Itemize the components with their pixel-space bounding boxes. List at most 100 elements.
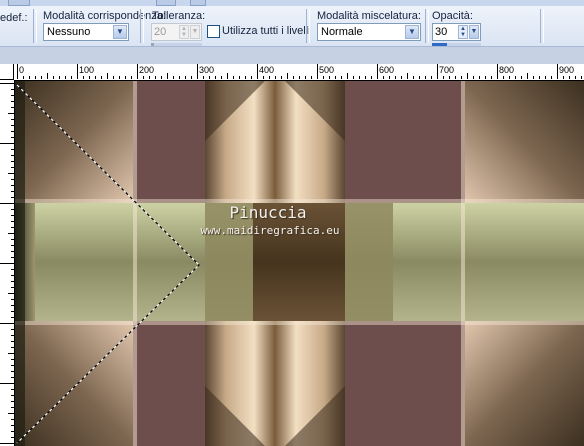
- ruler-tick: [11, 89, 14, 90]
- ruler-minor-tick: [221, 76, 222, 79]
- ruler-tick: [11, 365, 14, 366]
- ruler-major-tick: [557, 64, 558, 79]
- chevron-down-icon[interactable]: ▼: [405, 25, 419, 39]
- ruler-tick: [11, 275, 14, 276]
- ruler-minor-tick: [395, 76, 396, 79]
- ruler-major-tick: [17, 64, 18, 79]
- ruler-tick: [11, 137, 14, 138]
- ruler-tick: [11, 359, 14, 360]
- tolerance-slider-fill: [151, 43, 154, 46]
- ruler-minor-tick: [569, 76, 570, 79]
- match-mode-select[interactable]: Nessuno ▼: [43, 23, 129, 41]
- chevron-down-icon[interactable]: ▼: [469, 25, 479, 39]
- preset-label: edef.:: [0, 12, 28, 24]
- ruler-minor-tick: [455, 76, 456, 79]
- ruler-minor-tick: [71, 76, 72, 79]
- toolbar-separator: [540, 9, 544, 43]
- ruler-tick: [11, 389, 14, 390]
- ruler-minor-tick: [365, 76, 366, 79]
- ruler-minor-tick: [479, 76, 480, 79]
- ruler-minor-tick: [23, 76, 24, 79]
- ruler-major-tick: [77, 64, 78, 79]
- watermark-name: Pinuccia: [229, 203, 307, 222]
- ruler-label: 300: [199, 65, 215, 75]
- opacity-slider-fill: [432, 43, 447, 46]
- ruler-minor-tick: [527, 73, 528, 79]
- ruler-minor-tick: [245, 76, 246, 79]
- ruler-major-tick: [137, 64, 138, 79]
- image-canvas[interactable]: [15, 81, 584, 446]
- ruler-minor-tick: [185, 76, 186, 79]
- ruler-minor-tick: [449, 76, 450, 79]
- ruler-minor-tick: [461, 76, 462, 79]
- ruler-major-tick: [377, 64, 378, 79]
- ruler-tick: [11, 197, 14, 198]
- ruler-label: 400: [259, 65, 275, 75]
- ruler-minor-tick: [383, 76, 384, 79]
- ruler-minor-tick: [191, 76, 192, 79]
- ruler-minor-tick: [293, 76, 294, 79]
- opacity-spinner[interactable]: 30 ▲ ▼ ▼: [432, 23, 481, 41]
- ruler-major-tick: [497, 64, 498, 79]
- image-shape: [133, 81, 137, 446]
- ruler-tick: [11, 257, 14, 258]
- ruler-minor-tick: [35, 76, 36, 79]
- ruler-minor-tick: [167, 73, 168, 79]
- ruler-minor-tick: [275, 76, 276, 79]
- ruler-minor-tick: [335, 76, 336, 79]
- ruler-tick: [11, 305, 14, 306]
- image-tile: [345, 321, 465, 446]
- tolerance-slider[interactable]: [151, 43, 202, 46]
- ruler-minor-tick: [125, 76, 126, 79]
- ruler-label: 0: [19, 65, 25, 75]
- ruler-tick: [11, 227, 14, 228]
- ruler-minor-tick: [539, 76, 540, 79]
- image-tile: [133, 81, 205, 203]
- ruler-minor-tick: [155, 76, 156, 79]
- ruler-tick: [0, 143, 14, 144]
- kaleidoscope-image: [15, 81, 584, 446]
- ruler-tick: [11, 95, 14, 96]
- ruler-minor-tick: [563, 76, 564, 79]
- ruler-minor-tick: [53, 76, 54, 79]
- opacity-value: 30: [435, 26, 448, 38]
- ruler-tick: [11, 281, 14, 282]
- tolerance-spinner[interactable]: 20 ▲ ▼ ▼: [151, 23, 202, 41]
- ruler-tick: [0, 443, 14, 444]
- checkbox-icon[interactable]: [207, 25, 220, 38]
- ruler-minor-tick: [269, 76, 270, 79]
- blend-mode-select[interactable]: Normale ▼: [317, 23, 421, 41]
- ruler-minor-tick: [581, 76, 582, 79]
- chevron-down-icon[interactable]: ▼: [190, 25, 200, 39]
- ruler-minor-tick: [323, 76, 324, 79]
- ruler-minor-tick: [251, 76, 252, 79]
- tolerance-label: Tolleranza:: [152, 10, 206, 22]
- ruler-minor-tick: [95, 76, 96, 79]
- all-layers-label[interactable]: Utilizza tutti i livelli: [222, 25, 311, 37]
- ruler-label: 500: [319, 65, 335, 75]
- ruler-label: 200: [139, 65, 155, 75]
- ruler-minor-tick: [239, 76, 240, 79]
- ruler-tick: [11, 371, 14, 372]
- ruler-minor-tick: [305, 76, 306, 79]
- ruler-minor-tick: [131, 76, 132, 79]
- ruler-tick: [8, 173, 14, 174]
- opacity-slider[interactable]: [432, 43, 481, 46]
- chevron-down-icon[interactable]: ▼: [113, 25, 127, 39]
- ruler-tick: [11, 149, 14, 150]
- spinner-arrows-icon[interactable]: ▲ ▼: [458, 25, 468, 39]
- toolbar-separator: [140, 9, 144, 43]
- ruler-tick: [11, 131, 14, 132]
- tolerance-value: 20: [154, 26, 167, 38]
- ruler-minor-tick: [551, 76, 552, 79]
- ruler-minor-tick: [401, 76, 402, 79]
- ruler-minor-tick: [419, 76, 420, 79]
- ruler-tick: [11, 221, 14, 222]
- ruler-minor-tick: [215, 76, 216, 79]
- ruler-label: 700: [439, 65, 455, 75]
- ruler-minor-tick: [443, 76, 444, 79]
- ruler-minor-tick: [89, 76, 90, 79]
- ruler-minor-tick: [311, 76, 312, 79]
- spinner-arrows-icon[interactable]: ▲ ▼: [179, 25, 189, 39]
- ruler-tick: [11, 335, 14, 336]
